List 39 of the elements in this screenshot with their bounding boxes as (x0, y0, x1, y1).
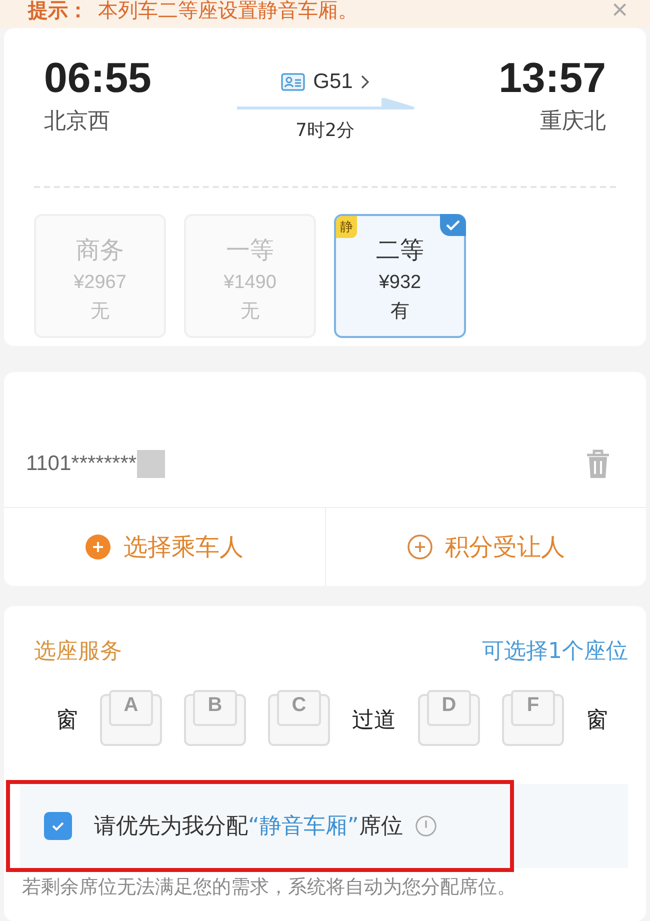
arrival-station: 重庆北 (539, 108, 606, 136)
trip-duration: 7时2分 (296, 119, 354, 142)
id-card-icon (281, 73, 306, 91)
class-name: 商务 (76, 235, 124, 266)
info-icon[interactable] (414, 815, 437, 837)
seat-hint: 可选择1个座位 (482, 638, 628, 666)
departure-time: 06:55 (44, 54, 152, 102)
check-icon (440, 214, 466, 236)
class-name: 一等 (226, 235, 274, 266)
blurred-block (136, 450, 165, 478)
arrival-time: 13:57 (498, 54, 606, 102)
add-passenger-button[interactable]: 积分受让人 (324, 508, 646, 586)
plus-icon (406, 534, 433, 560)
notice-text: 本列车二等座设置静音车厢。 (98, 0, 358, 24)
seat-row-label: 窗 (586, 707, 608, 735)
seat-row-label: 窗 (56, 707, 78, 735)
quiet-option-label: 请优先为我分配“静音车厢”席位 (94, 813, 403, 841)
class-price: ¥1490 (224, 272, 276, 294)
chevron-right-icon (360, 75, 369, 89)
footnote: 若剩余席位无法满足您的需求，系统将自动为您分配席位。 (22, 875, 517, 900)
notice-label: 提示： (28, 0, 88, 24)
plus-icon (85, 534, 112, 560)
departure-station: 北京西 (44, 108, 111, 136)
class-name: 二等 (376, 235, 424, 266)
availability: 无 (240, 299, 260, 324)
quiet-badge: 静 (336, 216, 357, 238)
class-price: ¥2967 (74, 272, 126, 294)
seat-class-option[interactable]: 静 二等 ¥932 有 (334, 214, 466, 338)
delete-icon[interactable] (586, 448, 610, 478)
availability: 有 (390, 299, 410, 324)
checkbox[interactable] (44, 812, 72, 840)
train-link[interactable]: G51 (281, 70, 369, 94)
class-price: ¥932 (378, 272, 422, 294)
close-button[interactable]: × (612, 0, 628, 32)
section-title: 选座服务 (34, 638, 122, 666)
seat-row-label: 过道 (352, 707, 396, 735)
add-passenger-button[interactable]: 选择乘车人 (4, 508, 324, 586)
id-number: 1101******** (26, 452, 137, 476)
availability: 无 (90, 299, 110, 324)
